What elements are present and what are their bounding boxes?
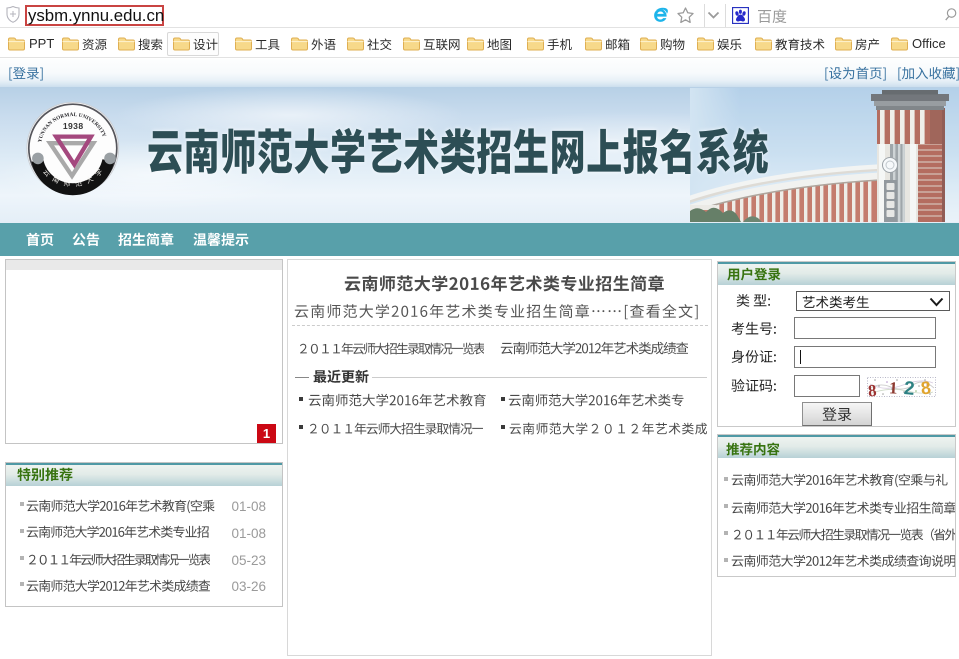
svg-text:8: 8 <box>920 378 932 397</box>
svg-text:1: 1 <box>889 378 898 397</box>
svg-text:1938: 1938 <box>63 121 84 131</box>
svg-text:8: 8 <box>867 381 877 397</box>
svg-text:2: 2 <box>903 378 915 397</box>
